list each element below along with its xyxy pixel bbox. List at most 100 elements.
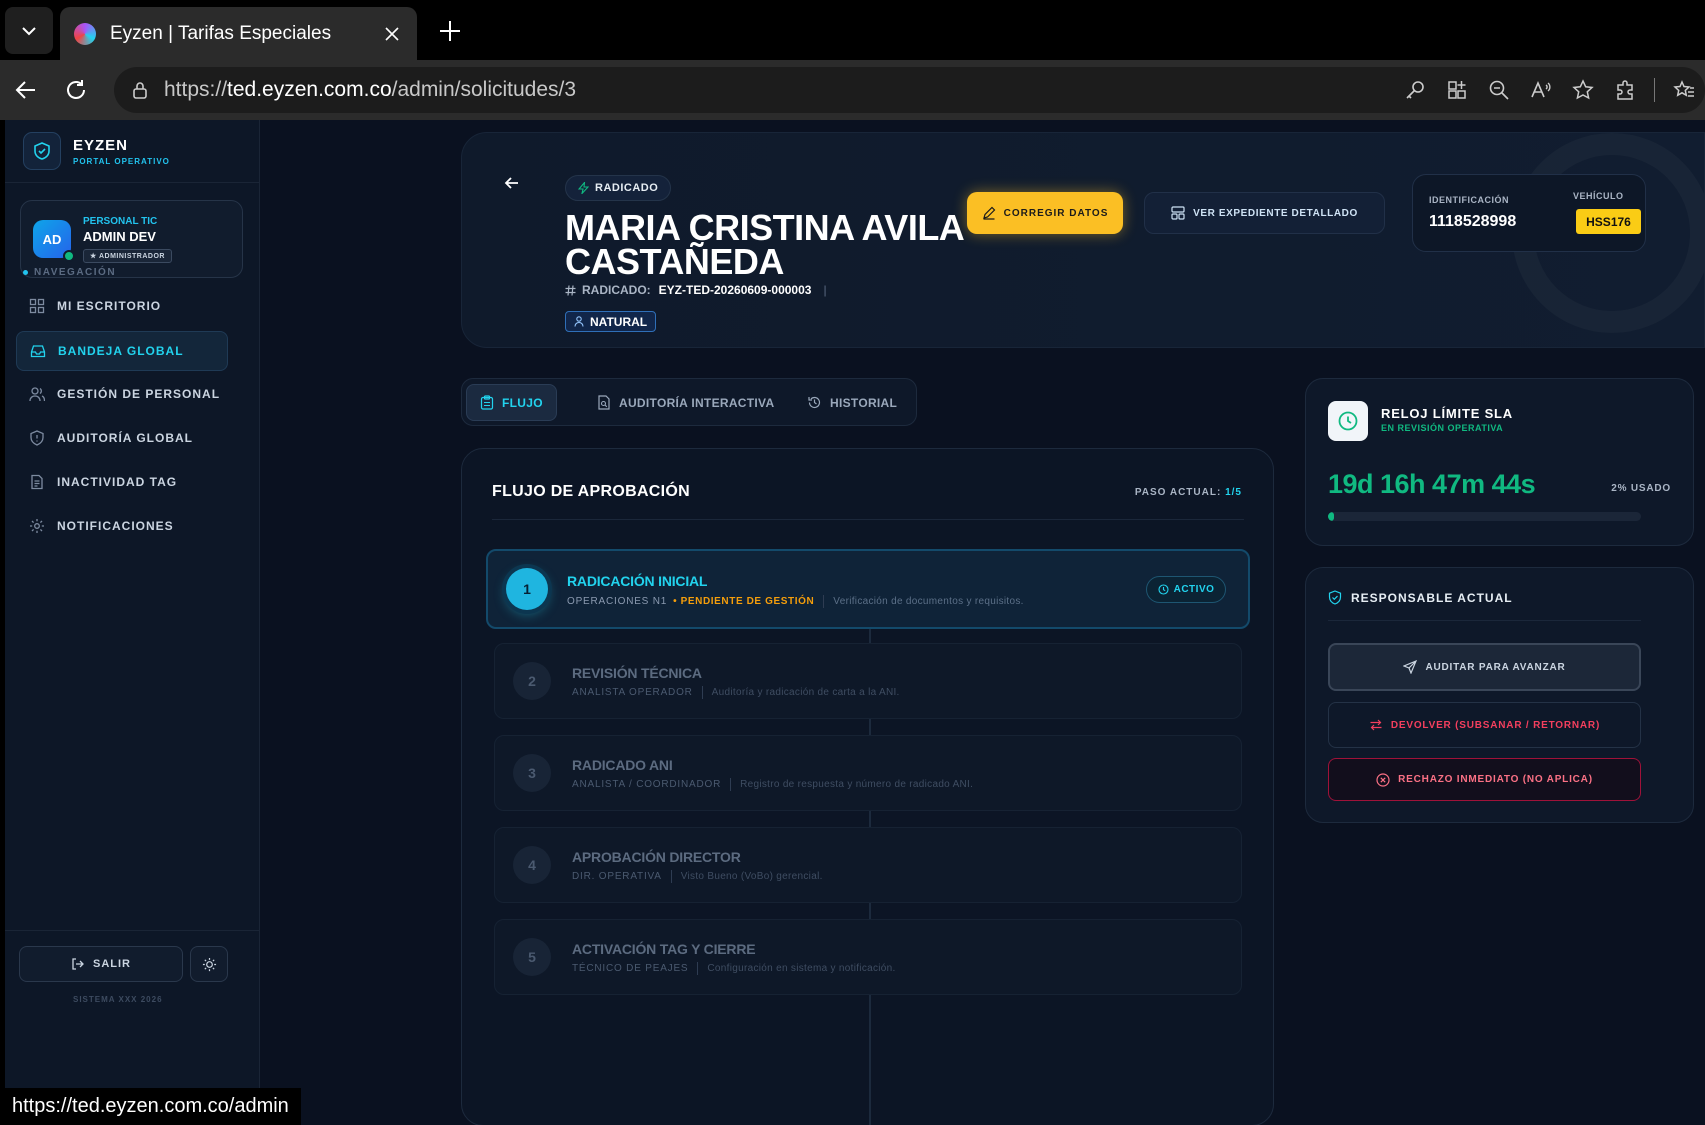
extensions-icon[interactable] [1604,69,1646,111]
view-file-button[interactable]: VER EXPEDIENTE DETALLADO [1144,192,1385,234]
apps-icon[interactable] [1436,69,1478,111]
close-tab-button[interactable] [381,23,403,45]
step-description: Visto Bueno (VoBo) gerencial. [680,871,823,882]
sla-progress-fill [1328,512,1335,521]
divider [5,930,260,931]
flow-step-2[interactable]: 2 REVISIÓN TÉCNICA ANALISTA OPERADOR Aud… [494,643,1242,719]
close-icon [385,26,399,41]
tab-list-button[interactable] [5,7,53,54]
x-circle-icon [1376,772,1390,787]
user-role: PERSONAL TIC [83,215,158,227]
audit-advance-button[interactable]: AUDITAR PARA AVANZAR [1328,643,1641,691]
step-number: 5 [513,938,551,976]
user-icon [574,316,584,327]
user-badge: ★ ADMINISTRADOR [83,248,172,263]
sla-used-label: 2% USADO [1611,483,1671,494]
step-role: ANALISTA / COORDINADOR [572,779,722,790]
divider [1328,620,1641,621]
step-state: • PENDIENTE DE GESTIÓN [673,596,815,607]
reject-label: RECHAZO INMEDIATO (NO APLICA) [1398,774,1593,785]
browser-tab-bar: Eyzen | Tarifas Especiales [0,0,1705,60]
theme-toggle-button[interactable] [190,946,228,982]
logout-button[interactable]: SALIR [19,946,183,982]
nav-item-inactividad-tag[interactable]: INACTIVIDAD TAG [16,462,228,502]
online-status-dot [63,250,75,262]
sidebar: EYZEN PORTAL OPERATIVO AD PERSONAL TIC A… [5,120,260,1125]
radicado-line: RADICADO: EYZ-TED-20260609-000003 | [565,283,827,297]
separator [823,595,825,608]
shield-check-icon [23,132,61,170]
license-plate: HSS176 [1576,209,1641,234]
brand: EYZEN PORTAL OPERATIVO [23,132,170,170]
radicado-label: RADICADO: [582,283,651,297]
tab-auditoria-interactiva[interactable]: AUDITORÍA INTERACTIVA [584,384,787,421]
step-role: DIR. OPERATIVA [572,871,662,882]
shield-alert-icon [30,430,44,446]
step-meta: TÉCNICO DE PEAJES Configuración en siste… [572,962,896,975]
nav-item-gestion-personal[interactable]: GESTIÓN DE PERSONAL [16,374,228,414]
flow-step-1[interactable]: 1 RADICACIÓN INICIAL OPERACIONES N1 • PE… [486,549,1250,629]
step-name: ACTIVACIÓN TAG Y CIERRE [572,941,756,957]
return-button[interactable]: DEVOLVER (SUBSANAR / RETORNAR) [1328,702,1641,748]
return-label: DEVOLVER (SUBSANAR / RETORNAR) [1390,719,1601,731]
step-meta: ANALISTA OPERADOR Auditoría y radicación… [572,686,900,699]
step-meta: DIR. OPERATIVA Visto Bueno (VoBo) gerenc… [572,870,823,883]
brand-subtitle: PORTAL OPERATIVO [73,156,170,166]
brand-title: EYZEN [73,136,129,154]
sla-card: RELOJ LÍMITE SLA EN REVISIÓN OPERATIVA 1… [1305,378,1694,546]
shield-check-icon [1328,590,1342,605]
arrow-left-icon [15,81,35,99]
send-icon [1403,660,1418,674]
nav-item-mi-escritorio[interactable]: MI ESCRITORIO [16,286,228,326]
tab-flujo[interactable]: FLUJO [466,384,557,421]
browser-tab[interactable]: Eyzen | Tarifas Especiales [60,7,417,60]
key-icon[interactable] [1394,69,1436,111]
flow-step-4[interactable]: 4 APROBACIÓN DIRECTOR DIR. OPERATIVA Vis… [494,827,1242,903]
nav-item-auditoria-global[interactable]: AUDITORÍA GLOBAL [16,418,228,458]
vehicle-label: VEHÍCULO [1573,191,1624,201]
step-description: Registro de respuesta y número de radica… [740,779,974,790]
nav-item-label: GESTIÓN DE PERSONAL [57,387,221,401]
status-badge: RADICADO [565,175,672,201]
step-meta: OPERACIONES N1 • PENDIENTE DE GESTIÓN Ve… [567,595,1024,608]
back-button[interactable] [494,165,530,201]
new-tab-button[interactable] [432,13,468,49]
applicant-name: MARIA CRISTINA AVILA CASTAÑEDA [565,207,963,282]
reload-icon [67,80,85,99]
step-description: Configuración en sistema y notificación. [707,963,896,974]
favorite-star-icon[interactable] [1562,69,1604,111]
correct-data-button[interactable]: CORREGIR DATOS [967,192,1123,234]
divider [5,182,260,183]
address-bar[interactable]: https://ted.eyzen.com.co/admin/solicitud… [114,67,1705,113]
nav-item-label: AUDITORÍA GLOBAL [57,431,193,445]
tab-historial[interactable]: HISTORIAL [794,384,910,421]
read-aloud-icon[interactable] [1520,69,1562,111]
sla-countdown: 19d 16h 47m 44s [1328,469,1536,499]
approval-flow-card: FLUJO DE APROBACIÓN PASO ACTUAL: 1/5 1 R… [461,448,1274,1125]
avatar: AD [33,220,75,262]
step-meta: ANALISTA / COORDINADOR Registro de respu… [572,778,973,791]
id-label: IDENTIFICACIÓN [1429,195,1509,205]
step-number: 2 [513,662,551,700]
inbox-icon [30,345,46,358]
favorites-icon[interactable] [1663,69,1705,111]
reject-button[interactable]: RECHAZO INMEDIATO (NO APLICA) [1328,758,1641,801]
separator [701,686,703,699]
nav-item-label: MI ESCRITORIO [57,299,162,313]
nav-item-bandeja-global[interactable]: BANDEJA GLOBAL [16,331,228,371]
toolbar-separator [1654,78,1655,102]
reload-button[interactable] [56,70,96,110]
zoom-out-icon[interactable] [1478,69,1520,111]
flow-step-5[interactable]: 5 ACTIVACIÓN TAG Y CIERRE TÉCNICO DE PEA… [494,919,1242,995]
clock-icon [1328,401,1368,441]
back-nav-button[interactable] [6,70,46,110]
sun-icon [202,957,216,971]
hash-icon [565,284,576,296]
nav-item-notificaciones[interactable]: NOTIFICACIONES [16,506,228,546]
content-tabs: FLUJO AUDITORÍA INTERACTIVA HISTORIAL [461,378,917,426]
flow-step-3[interactable]: 3 RADICADO ANI ANALISTA / COORDINADOR Re… [494,735,1242,811]
url-text: https://ted.eyzen.com.co/admin/solicitud… [164,78,577,101]
document-icon [31,474,43,490]
nav-item-label: NOTIFICACIONES [57,519,174,533]
responsible-card: RESPONSABLE ACTUAL AUDITAR PARA AVANZAR … [1305,567,1694,823]
